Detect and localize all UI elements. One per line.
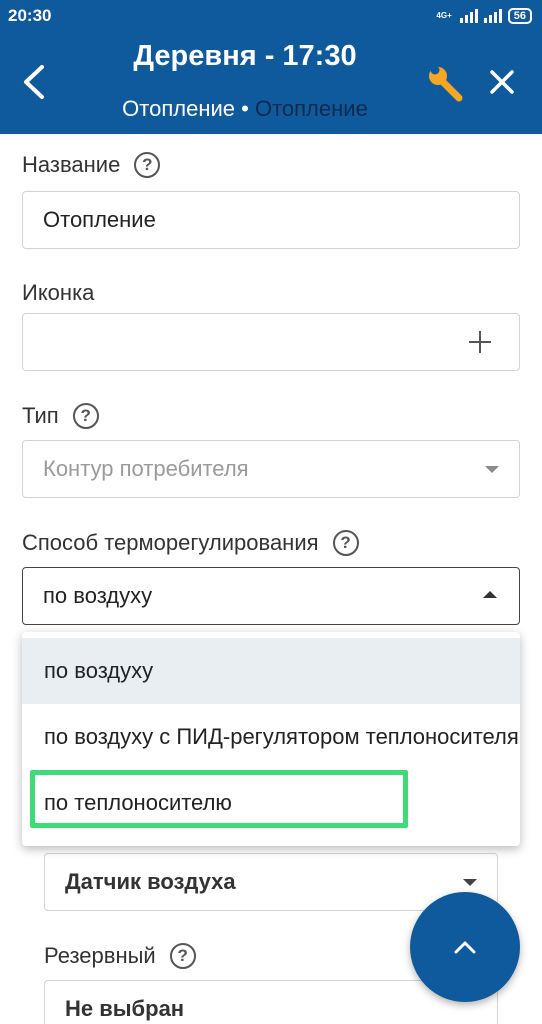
type-select-value: Контур потребителя — [43, 456, 249, 481]
dropdown-option[interactable]: по воздуху с ПИД-регулятором теплоносите… — [22, 704, 520, 770]
type-select: Контур потребителя — [22, 440, 520, 498]
breadcrumb-parent[interactable]: Отопление — [122, 96, 235, 121]
status-bar: 20:30 4G+ 56 — [0, 0, 542, 34]
network-label: 4G+ — [436, 11, 452, 20]
chevron-left-icon — [24, 65, 44, 99]
status-icons: 4G+ 56 — [436, 8, 532, 24]
name-label: Название ? — [22, 152, 161, 178]
reserve-label: Резервный ? — [44, 943, 196, 969]
dropdown-option[interactable]: по воздуху — [22, 638, 520, 704]
icon-label: Иконка — [22, 280, 94, 306]
regulation-label-text: Способ терморегулирования — [22, 530, 319, 555]
icon-field[interactable] — [22, 313, 520, 371]
help-icon[interactable]: ? — [332, 530, 359, 556]
breadcrumb-current: Отопление — [254, 96, 368, 121]
name-input-value: Отопление — [43, 207, 156, 232]
close-button[interactable] — [486, 66, 518, 98]
regulation-select-value: по воздуху — [43, 583, 153, 608]
breadcrumb-separator: • — [241, 96, 249, 121]
breadcrumb: Отопление • Отопление — [60, 96, 430, 122]
settings-button[interactable] — [426, 64, 466, 104]
page-title: Деревня - 17:30 — [133, 40, 357, 72]
status-time: 20:30 — [8, 6, 52, 25]
chevron-up-icon — [454, 941, 476, 954]
battery-icon: 56 — [507, 8, 532, 24]
caret-down-icon — [463, 879, 477, 886]
name-input[interactable]: Отопление — [22, 191, 520, 249]
wrench-icon — [429, 65, 463, 102]
help-icon[interactable]: ? — [169, 943, 196, 969]
regulation-dropdown: по воздуху по воздуху с ПИД-регулятором … — [22, 632, 520, 846]
back-button[interactable] — [20, 64, 48, 100]
signal-icon — [459, 9, 478, 23]
reserve-select-value: Не выбран — [65, 996, 185, 1021]
close-icon — [490, 70, 514, 94]
caret-up-icon — [483, 591, 497, 598]
regulation-label: Способ терморегулирования ? — [22, 530, 359, 556]
help-icon[interactable]: ? — [134, 152, 161, 178]
reserve-label-text: Резервный — [44, 943, 156, 968]
type-label-text: Тип — [22, 403, 59, 428]
scroll-up-button[interactable] — [410, 892, 520, 1002]
highlight-box — [30, 770, 408, 828]
caret-down-icon — [485, 466, 499, 473]
regulation-select[interactable]: по воздуху — [22, 567, 520, 625]
icon-label-text: Иконка — [22, 280, 95, 305]
name-label-text: Название — [22, 152, 121, 177]
sensor-select-value: Датчик воздуха — [65, 869, 236, 894]
signal-icon-2 — [483, 9, 502, 23]
plus-icon[interactable] — [469, 331, 491, 353]
app-header: 20:30 4G+ 56 Деревня - 17:30 Отопление •… — [0, 0, 542, 134]
type-label: Тип ? — [22, 403, 99, 429]
sensor-select[interactable]: Датчик воздуха — [44, 853, 498, 911]
help-icon[interactable]: ? — [72, 403, 99, 429]
